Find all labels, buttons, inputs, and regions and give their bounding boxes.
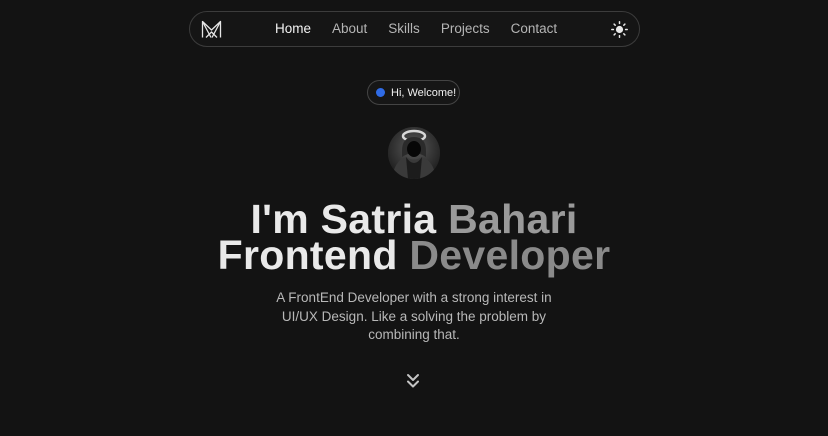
nav-link-about[interactable]: About	[332, 21, 367, 36]
welcome-badge: Hi, Welcome!	[367, 80, 460, 105]
status-dot-icon	[376, 88, 385, 97]
page: Home About Skills Projects Contact Hi, W…	[0, 0, 828, 436]
scroll-down-button[interactable]	[404, 372, 422, 390]
m-monogram-logo-icon[interactable]	[200, 19, 222, 39]
hero-description: A FrontEnd Developer with a strong inter…	[264, 289, 564, 345]
theme-toggle-button[interactable]	[609, 19, 629, 39]
hero-role-first: Frontend	[217, 232, 398, 278]
hero-heading-line2: Frontend Developer	[0, 233, 828, 277]
description-line: UI/UX Design. Like a solving the problem…	[281, 308, 547, 324]
double-chevron-down-icon	[407, 374, 419, 388]
nav-link-contact[interactable]: Contact	[511, 21, 558, 36]
description-line: combining that.	[368, 327, 460, 342]
description-line: A FrontEnd Developer with a strong inter…	[276, 290, 552, 305]
nav-link-projects[interactable]: Projects	[441, 21, 490, 36]
hooded-figure-avatar	[388, 127, 440, 179]
navbar: Home About Skills Projects Contact	[189, 11, 640, 47]
nav-link-home[interactable]: Home	[275, 21, 311, 36]
hero-role-second: Developer	[409, 232, 611, 278]
sun-icon	[610, 20, 628, 38]
avatar	[388, 127, 440, 179]
nav-links: Home About Skills Projects Contact	[275, 12, 557, 45]
welcome-badge-text: Hi, Welcome!	[391, 86, 457, 99]
nav-link-skills[interactable]: Skills	[388, 21, 420, 36]
